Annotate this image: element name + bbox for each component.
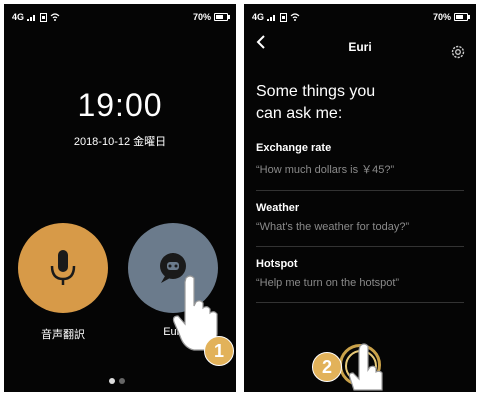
example-hotspot[interactable]: Hotspot “Help me turn on the hotspot” [256, 258, 464, 303]
signal-icon [267, 15, 276, 21]
clock-time: 19:00 [77, 87, 163, 123]
phone-home-screen: 4G 70% 19:00 2018-10-12 金曜日 音声翻訳 Euri 1 [4, 4, 236, 392]
section-example: “Help me turn on the hotspot” [256, 277, 400, 289]
section-example: “How much dollars is ￥45?” [256, 164, 395, 176]
section-title: Exchange rate [256, 142, 332, 154]
network-label: 4G [252, 12, 265, 22]
status-bar: 4G 70% [252, 10, 470, 24]
example-weather[interactable]: Weather “What's the weather for today?” [256, 202, 464, 247]
intro-line-2: can ask me: [256, 105, 343, 122]
signal-icon [27, 15, 36, 21]
phone-euri-screen: 4G 70% Euri Some things you can ask me: … [244, 4, 476, 392]
clock-date: 2018-10-12 金曜日 [73, 136, 167, 148]
section-title: Hotspot [256, 258, 298, 270]
sim-icon [40, 12, 48, 22]
page-indicator [109, 378, 125, 384]
section-example: “What's the weather for today?” [256, 221, 410, 233]
page-dot-2[interactable] [119, 378, 125, 384]
sim-icon [280, 12, 288, 22]
page-title: Euri [348, 40, 372, 54]
intro-line-1: Some things you [256, 83, 376, 100]
step-badge-2: 2 [312, 352, 342, 382]
battery-percent: 70% [192, 12, 211, 22]
microphone-icon [50, 250, 76, 285]
network-label: 4G [12, 12, 25, 22]
battery-icon [454, 13, 470, 21]
battery-percent: 70% [432, 12, 451, 22]
settings-button[interactable] [450, 44, 466, 65]
wifi-icon [50, 13, 60, 21]
status-bar: 4G 70% [12, 10, 230, 24]
step-badge-1: 1 [204, 336, 234, 366]
wifi-icon [290, 13, 300, 21]
pointing-hand-icon [348, 343, 383, 391]
page-dot-1[interactable] [109, 378, 115, 384]
section-title: Weather [256, 202, 300, 214]
intro-text: Some things you can ask me: [256, 81, 456, 125]
voice-translate-label: 音声翻訳 [41, 329, 85, 341]
voice-translate-app[interactable] [18, 223, 108, 313]
example-exchange-rate[interactable]: Exchange rate “How much dollars is ￥45?” [256, 142, 464, 191]
gear-icon [451, 45, 465, 59]
battery-icon [214, 13, 230, 21]
